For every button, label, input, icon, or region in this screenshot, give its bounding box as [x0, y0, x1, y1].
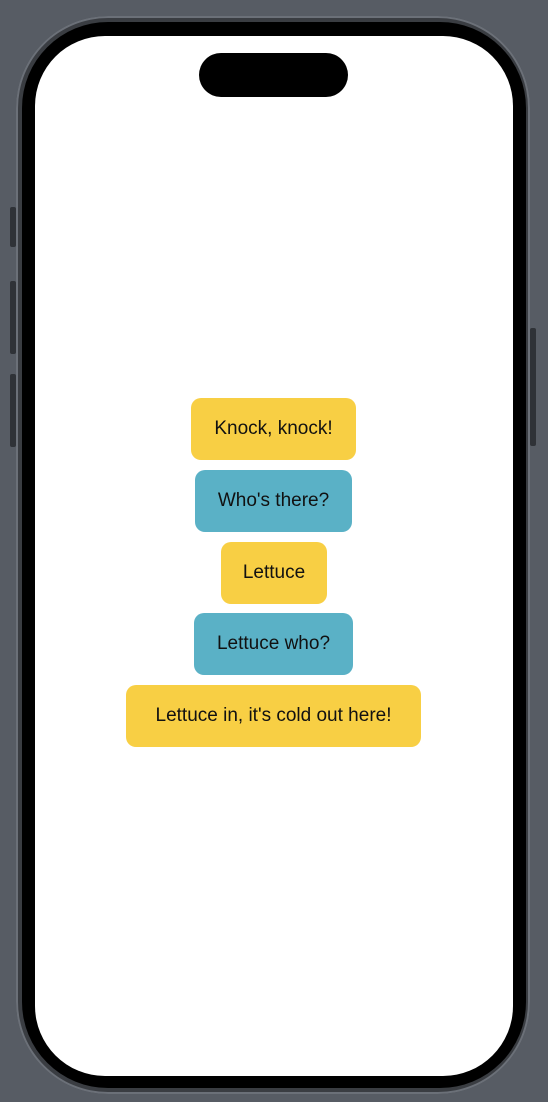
- message-bubble-knock: Knock, knock!: [191, 398, 356, 460]
- message-bubble-lettuce-who: Lettuce who?: [194, 613, 353, 675]
- power-button: [530, 328, 536, 446]
- message-bubble-lettuce: Lettuce: [221, 542, 327, 604]
- message-bubble-punchline: Lettuce in, it's cold out here!: [126, 685, 421, 747]
- message-text: Lettuce who?: [216, 633, 331, 654]
- message-text: Lettuce: [242, 562, 306, 583]
- message-text: Knock, knock!: [214, 418, 333, 439]
- message-text: Lettuce in, it's cold out here!: [155, 705, 392, 726]
- message-text: Who's there?: [217, 490, 330, 511]
- message-bubble-whos-there: Who's there?: [195, 470, 352, 532]
- dynamic-island: [199, 53, 348, 97]
